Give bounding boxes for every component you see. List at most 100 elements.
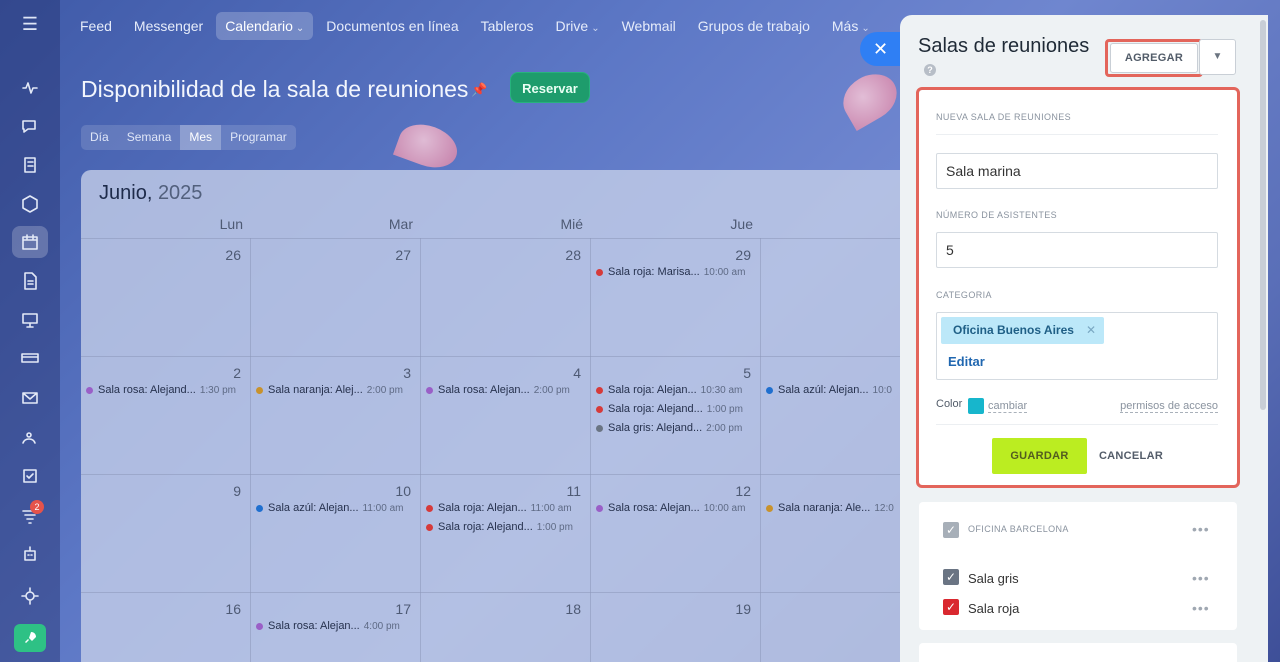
calendar-year: 2025 [157, 182, 203, 204]
tab-d-a[interactable]: Día [81, 125, 118, 150]
nav-item-calendario[interactable]: Calendario ⌄ [216, 12, 314, 40]
left-rail: ☰ 2 [0, 0, 60, 662]
access-permissions-link[interactable]: permisos de acceso [1120, 400, 1218, 413]
nav-item-messenger[interactable]: Messenger [134, 18, 203, 34]
tab-semana[interactable]: Semana [118, 125, 181, 150]
chevron-down-icon[interactable]: ▼ [1199, 39, 1236, 75]
pulse-icon[interactable] [12, 72, 48, 104]
day-number[interactable]: 26 [211, 247, 241, 263]
nav-item-webmail[interactable]: Webmail [622, 18, 676, 34]
event-color-dot [596, 504, 603, 512]
help-icon[interactable]: ? [924, 64, 936, 76]
nav-item-tableros[interactable]: Tableros [481, 18, 534, 34]
calendar-month: Junio, [99, 182, 153, 204]
grid-line [81, 474, 911, 475]
category-tag[interactable]: Oficina Buenos Aires ✕ [941, 317, 1104, 344]
nav-item-grupos-de-trabajo[interactable]: Grupos de trabajo [698, 18, 810, 34]
crm-icon[interactable] [12, 342, 48, 374]
chevron-down-icon: ⌄ [861, 23, 870, 34]
save-button[interactable]: GUARDAR [992, 438, 1087, 474]
day-number[interactable]: 3 [381, 365, 411, 381]
attendees-input[interactable]: 5 [936, 232, 1218, 268]
calendar-event[interactable]: Sala gris: Alejand... 2:00 pm [596, 422, 754, 434]
room-name-input[interactable]: Sala marina [936, 153, 1218, 189]
day-number[interactable]: 17 [381, 601, 411, 617]
event-color-dot [426, 504, 433, 512]
nav-item-feed[interactable]: Feed [80, 18, 112, 34]
event-title: Sala azúl: Alejan... [268, 502, 359, 514]
panel-scrollbar[interactable] [1260, 20, 1266, 410]
nav-item-documentos-en-l-nea[interactable]: Documentos en línea [326, 18, 458, 34]
calendar-event[interactable]: Sala roja: Alejand... 1:00 pm [426, 521, 584, 533]
event-title: Sala rosa: Alejan... [438, 384, 530, 396]
settings-icon[interactable] [12, 580, 48, 612]
day-number[interactable]: 16 [211, 601, 241, 617]
sites-icon[interactable] [12, 188, 48, 220]
day-number[interactable]: 11 [551, 483, 581, 499]
calendar-icon[interactable] [12, 226, 48, 258]
room-checkbox[interactable]: ✓ [943, 569, 959, 585]
change-color-link[interactable]: cambiar [988, 400, 1028, 413]
tab-programar[interactable]: Programar [221, 125, 296, 150]
presentation-icon[interactable] [12, 304, 48, 336]
group-checkbox[interactable]: ✓ [943, 522, 959, 538]
calendar-event[interactable]: Sala roja: Alejand... 1:00 pm [596, 403, 754, 415]
menu-icon[interactable]: ☰ [20, 14, 40, 34]
calendar-event[interactable]: Sala naranja: Ale... 12:0 [766, 502, 911, 514]
calendar-event[interactable]: Sala rosa: Alejan... 2:00 pm [426, 384, 584, 396]
petal-decoration [392, 116, 464, 176]
form-highlight [916, 87, 1240, 488]
rocket-icon[interactable] [14, 624, 46, 652]
event-title: Sala roja: Marisa... [608, 266, 700, 278]
calendar-event[interactable]: Sala rosa: Alejan... 10:00 am [596, 502, 754, 514]
docs-icon[interactable] [12, 265, 48, 297]
reserve-button[interactable]: Reservar [510, 72, 590, 103]
view-tabs: Día Semana Mes Programar [81, 125, 296, 150]
close-panel-button[interactable]: ✕ [860, 32, 904, 66]
checklist-icon[interactable] [12, 460, 48, 492]
day-number[interactable]: 4 [551, 365, 581, 381]
color-swatch[interactable] [968, 398, 984, 414]
next-group-card [919, 643, 1237, 662]
more-icon[interactable]: ••• [1192, 521, 1210, 537]
remove-tag-icon[interactable]: ✕ [1086, 317, 1096, 344]
chat-icon[interactable] [12, 111, 48, 143]
nav-item-label: Drive [555, 18, 589, 34]
day-number[interactable]: 9 [211, 483, 241, 499]
more-icon[interactable]: ••• [1192, 600, 1210, 616]
tab-mes[interactable]: Mes [180, 125, 222, 150]
calendar-event[interactable]: Sala rosa: Alejand... 1:30 pm [86, 384, 244, 396]
day-number[interactable]: 5 [721, 365, 751, 381]
day-number[interactable]: 29 [721, 247, 751, 263]
day-number[interactable]: 2 [211, 365, 241, 381]
event-color-dot [426, 386, 433, 394]
event-title: Sala roja: Alejan... [438, 502, 527, 514]
tasks-icon[interactable] [12, 149, 48, 181]
event-title: Sala rosa: Alejan... [608, 502, 700, 514]
robot-icon[interactable] [12, 538, 48, 570]
pin-icon[interactable]: 📌 [471, 82, 487, 97]
calendar-event[interactable]: Sala naranja: Alej... 2:00 pm [256, 384, 414, 396]
team-icon[interactable] [12, 421, 48, 453]
day-number[interactable]: 19 [721, 601, 751, 617]
day-number[interactable]: 10 [381, 483, 411, 499]
calendar-event[interactable]: Sala roja: Marisa... 10:00 am [596, 266, 754, 278]
day-number[interactable]: 27 [381, 247, 411, 263]
nav-item-drive[interactable]: Drive ⌄ [556, 18, 600, 34]
calendar-event[interactable]: Sala azúl: Alejan... 10:0 [766, 384, 911, 396]
room-checkbox[interactable]: ✓ [943, 599, 959, 615]
calendar-event[interactable]: Sala rosa: Alejan... 4:00 pm [256, 620, 414, 632]
day-number[interactable]: 12 [721, 483, 751, 499]
calendar-event[interactable]: Sala roja: Alejan... 11:00 am [426, 502, 584, 514]
cancel-button[interactable]: CANCELAR [1096, 438, 1166, 474]
more-icon[interactable]: ••• [1192, 570, 1210, 586]
calendar-event[interactable]: Sala roja: Alejan... 10:30 am [596, 384, 754, 396]
calendar-event[interactable]: Sala azúl: Alejan... 11:00 am [256, 502, 414, 514]
mail-icon[interactable] [12, 382, 48, 414]
day-number[interactable]: 28 [551, 247, 581, 263]
edit-category-link[interactable]: Editar [948, 354, 985, 369]
day-number[interactable]: 18 [551, 601, 581, 617]
nav-item-m-s[interactable]: Más ⌄ [832, 18, 870, 34]
panel-title: Salas de reuniones [918, 35, 1090, 57]
color-row: Color cambiar permisos de acceso [936, 398, 1218, 416]
